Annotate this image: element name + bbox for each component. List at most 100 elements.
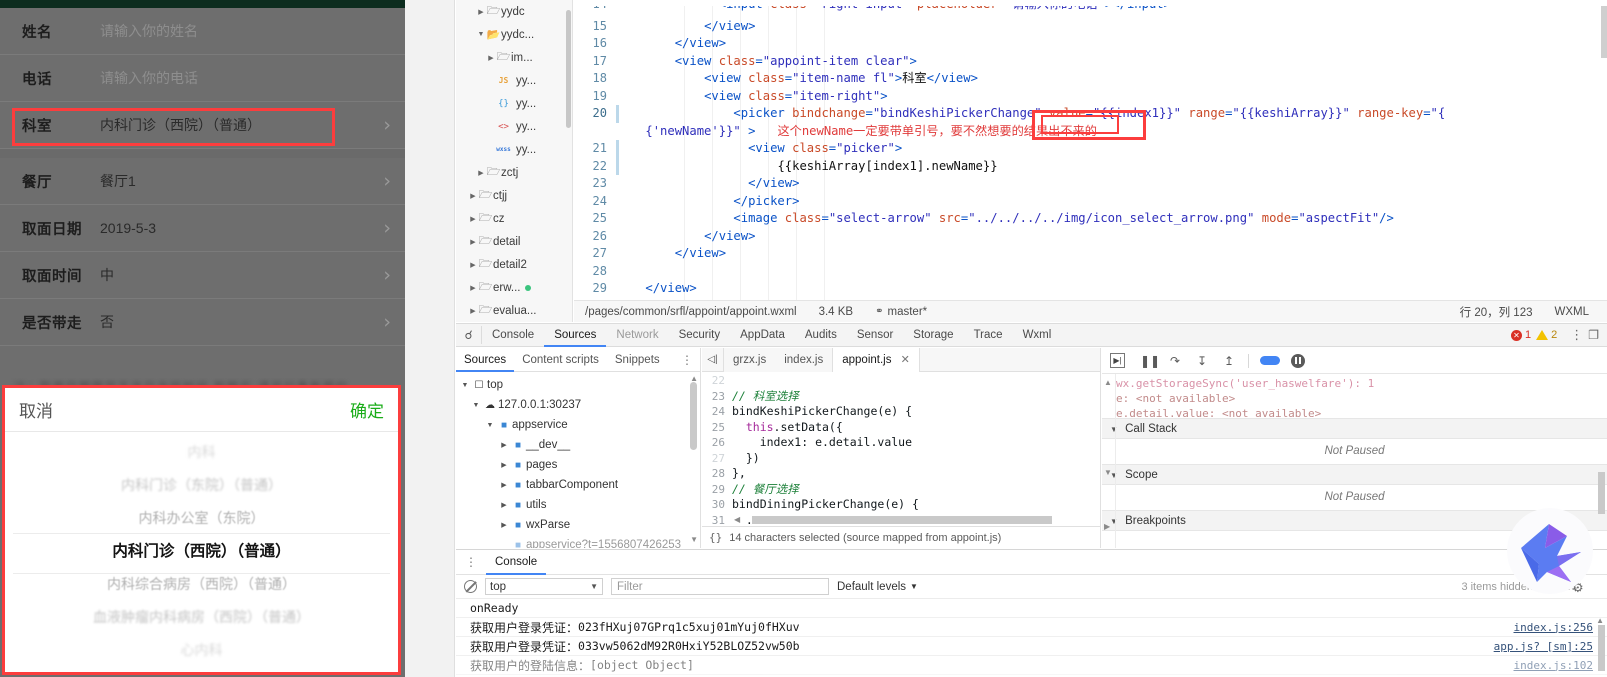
chevron-right-icon[interactable]: ▶ <box>468 238 478 246</box>
sources-file-tree[interactable]: ▼ ☐ top ▼ ☁ 127.0.0.1:30237 ▼ ■ appservi… <box>456 372 700 548</box>
js-source-pane[interactable]: ◁| grzx.js index.js appoint.js ✕ 22 23 /… <box>702 347 1101 548</box>
console-row[interactable]: 获取用户的登陆信息： [object Object] index.js:102 <box>456 656 1607 675</box>
expand-sidebar-icon[interactable]: ▶| <box>1110 353 1125 368</box>
js-tab-appoint[interactable]: appoint.js ✕ <box>832 347 920 372</box>
tab-storage[interactable]: Storage <box>903 323 963 347</box>
pause-on-exceptions-icon[interactable] <box>1291 353 1305 368</box>
step-over-icon[interactable]: ↷ <box>1167 354 1183 368</box>
js-tab-bar[interactable]: ◁| grzx.js index.js appoint.js ✕ <box>702 347 1100 372</box>
sources-item-top[interactable]: ▼ ☐ top <box>456 375 700 395</box>
form-row-canteen[interactable]: 餐厅 餐厅1 › <box>0 158 405 205</box>
form-row-takeaway[interactable]: 是否带走 否 › <box>0 299 405 346</box>
form-row-pickup-date[interactable]: 取面日期 2019-5-3 › <box>0 205 405 252</box>
tree-item-js[interactable]: JS yy... <box>456 69 572 92</box>
chevron-right-icon[interactable]: ▶ <box>468 307 478 315</box>
chevron-right-icon[interactable]: ▶ <box>476 8 486 16</box>
sources-nav-tabs[interactable]: Sources Content scripts Snippets ⋮ <box>456 348 700 372</box>
tab-trace[interactable]: Trace <box>964 323 1013 347</box>
inspect-element-icon[interactable]: ☌ <box>456 326 482 344</box>
tree-item-wxss[interactable]: wxss yy... <box>456 138 572 161</box>
tree-item-yydc2[interactable]: ▼ 📂 yydc... <box>456 23 572 46</box>
scroll-left-icon[interactable]: ◀ <box>734 515 740 524</box>
sources-item-host[interactable]: ▼ ☁ 127.0.0.1:30237 <box>456 395 700 415</box>
git-branch[interactable]: ⚭ master* <box>864 306 938 318</box>
clear-console-icon[interactable] <box>464 580 477 593</box>
form-row-pickup-time[interactable]: 取面时间 中 › <box>0 252 405 299</box>
section-scope[interactable]: ▼ Scope <box>1102 464 1607 485</box>
tree-item-cz[interactable]: ▶ 🗁 cz <box>456 207 572 230</box>
picker-option[interactable]: 内科办公室（东院） <box>5 502 398 535</box>
console-source-link[interactable]: index.js:102 <box>1514 659 1607 672</box>
step-out-icon[interactable]: ↥ <box>1221 354 1237 368</box>
js-tab-index[interactable]: index.js <box>775 347 833 372</box>
drawer-tab-bar[interactable]: ⋮ Console <box>456 550 1607 575</box>
tree-item-evalua[interactable]: ▶ 🗁 evalua... <box>456 299 572 322</box>
pause-script-icon[interactable]: ❚❚ <box>1140 354 1160 368</box>
js-code-view[interactable]: 22 23 // 科室选择 24 bindKeshiPickerChange(e… <box>702 372 1100 524</box>
sources-item-wxparse[interactable]: ▶ ■ wxParse <box>456 515 700 535</box>
wxml-code-editor[interactable]: 14 <input class="right-input" placeholde… <box>574 0 1607 300</box>
tree-item-ctjj[interactable]: ▶ 🗁 ctjj <box>456 184 572 207</box>
nav-tab-snippets[interactable]: Snippets <box>607 348 668 372</box>
chevron-right-icon[interactable]: ▶ <box>498 461 510 469</box>
console-source-link[interactable]: index.js:256 <box>1514 621 1607 634</box>
file-explorer[interactable]: ▶ 🗁 yydc ▼ 📂 yydc... ▶ 🗁 im... JS yy... … <box>456 0 573 322</box>
console-drawer[interactable]: ⋮ Console top ▼ Filter Default levels ▼ … <box>456 549 1607 677</box>
drawer-tab-console[interactable]: Console <box>486 550 547 575</box>
chevron-down-icon[interactable]: ▼ <box>476 31 486 38</box>
tab-sensor[interactable]: Sensor <box>847 323 903 347</box>
deactivate-breakpoints-icon[interactable] <box>1260 356 1280 365</box>
form-row-department[interactable]: 科室 内科门诊（西院）（普通） › <box>0 102 405 149</box>
picker-option-selected[interactable]: 内科门诊（西院）（普通） <box>5 535 398 568</box>
devtools-more-icon[interactable]: ⋮ <box>1562 327 1583 343</box>
chevron-right-icon[interactable]: ▶ <box>468 192 478 200</box>
chevron-right-icon[interactable]: ▶ <box>468 261 478 269</box>
form-row-name[interactable]: 姓名 请输入你的姓名 <box>0 8 405 55</box>
format-code-icon[interactable]: {} <box>709 531 722 544</box>
chevron-right-icon[interactable]: ▶ <box>498 441 510 449</box>
picker-confirm-button[interactable]: 确定 <box>350 397 384 422</box>
console-scrollbar[interactable] <box>1598 625 1605 671</box>
picker-option[interactable]: 内科门诊（东院）（普通） <box>5 469 398 502</box>
console-context-select[interactable]: top ▼ <box>485 578 603 595</box>
tab-security[interactable]: Security <box>669 323 731 347</box>
expand-icon[interactable]: ▶ <box>1104 522 1110 531</box>
console-row[interactable]: onReady <box>456 599 1607 618</box>
chevron-right-icon[interactable]: ▶ <box>486 54 496 62</box>
picker-option[interactable]: 内科 <box>5 436 398 469</box>
chevron-right-icon[interactable]: ▶ <box>498 481 510 489</box>
section-call-stack[interactable]: ▼ Call Stack <box>1102 418 1607 439</box>
dock-side-icon[interactable]: ❐ <box>1588 328 1599 342</box>
debugger-scrollbar[interactable] <box>1598 472 1605 514</box>
nav-more-icon[interactable]: ⋮ <box>681 353 700 367</box>
console-log-list[interactable]: onReady 获取用户登录凭证： 023fHXuj07GPrq1c5xuj01… <box>456 599 1607 675</box>
scroll-up-icon[interactable]: ▲ <box>1596 616 1604 625</box>
tree-item-detail[interactable]: ▶ 🗁 detail <box>456 230 572 253</box>
editor-scrollbar[interactable] <box>1601 0 1607 58</box>
tab-audits[interactable]: Audits <box>795 323 847 347</box>
js-horizontal-scrollbar[interactable]: ◀ <box>732 515 1087 524</box>
console-filter-input[interactable]: Filter <box>611 578 829 595</box>
tree-item-detail2[interactable]: ▶ 🗁 detail2 <box>456 253 572 276</box>
step-into-icon[interactable]: ↧ <box>1194 354 1210 368</box>
tree-item-wxml[interactable]: <> yy... <box>456 115 572 138</box>
nav-tab-sources[interactable]: Sources <box>456 348 515 372</box>
console-row[interactable]: 获取用户登录凭证： 023fHXuj07GPrq1c5xuj01mYuj0fHX… <box>456 618 1607 637</box>
console-levels-select[interactable]: Default levels ▼ <box>837 581 918 593</box>
console-toolbar[interactable]: top ▼ Filter Default levels ▼ 3 items hi… <box>456 575 1607 599</box>
sources-item-appservice[interactable]: ▼ ■ appservice <box>456 415 700 435</box>
scroll-down-icon[interactable]: ▼ <box>1104 468 1112 477</box>
tree-item-zctj[interactable]: ▶ 🗁 zctj <box>456 161 572 184</box>
explorer-scrollbar[interactable] <box>566 10 571 128</box>
tab-sources[interactable]: Sources <box>544 323 607 347</box>
collapse-navigator-icon[interactable]: ◁| <box>702 347 724 372</box>
sources-item-dev[interactable]: ▶ ■ __dev__ <box>456 435 700 455</box>
chevron-down-icon[interactable]: ▼ <box>459 382 471 389</box>
sources-nav-scrollbar[interactable] <box>690 382 697 450</box>
tab-network[interactable]: Network <box>606 323 668 347</box>
chevron-right-icon[interactable]: ▶ <box>498 501 510 509</box>
tree-item-yydc[interactable]: ▶ 🗁 yydc <box>456 0 572 23</box>
tree-item-img[interactable]: ▶ 🗁 im... <box>456 46 572 69</box>
tree-item-json[interactable]: {} yy... <box>456 92 572 115</box>
console-row[interactable]: 获取用户登录凭证： 033vw5062dM92R0HxiY52BLOZ52vw5… <box>456 637 1607 656</box>
